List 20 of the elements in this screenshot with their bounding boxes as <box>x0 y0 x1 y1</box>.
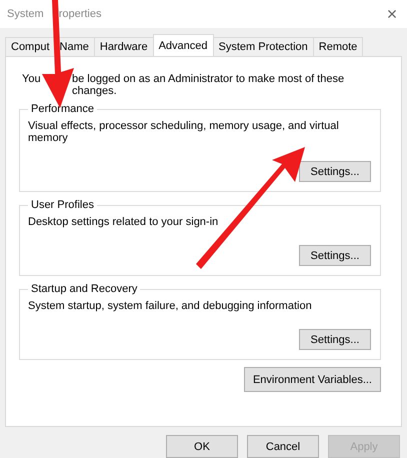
admin-notice: be logged on as an Administrator to make most of these changes. <box>72 73 346 97</box>
tab[interactable]: Remote <box>312 37 364 56</box>
settings-button[interactable]: Settings... <box>299 245 371 266</box>
admin-notice: You <box>22 73 41 87</box>
tab[interactable]: Advanced <box>152 34 214 56</box>
settings-button[interactable]: Settings... <box>299 161 371 182</box>
group-title: User Profiles <box>30 199 95 211</box>
group-description: Desktop settings related to your sign-in <box>28 216 220 228</box>
group-title: Startup and Recovery <box>30 283 138 295</box>
dialog-button[interactable]: Cancel <box>247 435 319 458</box>
group-title: Performance <box>30 103 95 115</box>
dialog-button[interactable]: OK <box>166 435 238 458</box>
close-button[interactable]: × <box>377 0 407 28</box>
environment-variables-button[interactable]: Environment Variables... <box>244 367 381 392</box>
window-title: roperties <box>58 8 102 20</box>
settings-button[interactable]: Settings... <box>299 329 371 350</box>
tab[interactable]: Comput Name <box>5 37 95 56</box>
group-description: System startup, system failure, and debugging information <box>28 300 313 312</box>
group-description: Visual effects, processor scheduling, memory usage, and virtual memory <box>28 120 340 144</box>
window-title: System <box>7 8 44 20</box>
